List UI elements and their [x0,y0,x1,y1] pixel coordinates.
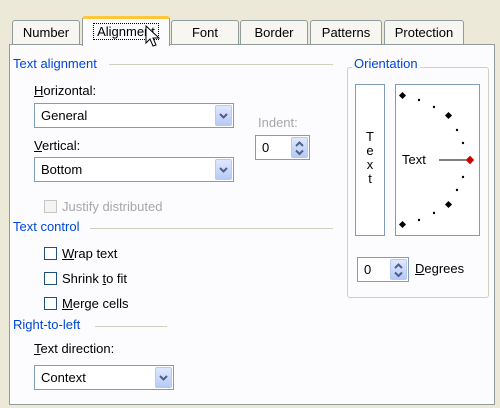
text-direction-label: Text direction: [34,341,115,356]
tab-number-label: Number [22,25,70,40]
dial-dot [432,105,436,109]
text-direction-label-text: ext direction: [40,341,115,356]
merge-cells-checkbox[interactable] [44,297,57,310]
dial-dot [455,188,459,192]
dial-dot [461,141,465,145]
section-divider [95,326,167,327]
horizontal-select[interactable]: General [34,103,234,128]
tab-protection-label: Protection [394,25,454,40]
horizontal-label-text: orizontal: [43,83,97,98]
section-divider [90,228,333,229]
tab-font-label: Font [191,25,218,40]
vertical-select[interactable]: Bottom [34,157,234,182]
shrink-to-fit-label-text-b: o fit [106,271,128,286]
chevron-down-icon[interactable] [215,105,232,126]
chevron-down-icon[interactable] [155,367,172,388]
vertical-text-letter: t [368,171,372,186]
tab-border[interactable]: Border [240,20,308,44]
dial-dot [455,128,459,132]
dial-marker [444,200,453,209]
vertical-select-value: Bottom [41,162,83,177]
vertical-text-letter: T [366,129,374,144]
mouse-cursor-icon [145,25,161,47]
justify-distributed-checkbox[interactable] [44,200,57,213]
wrap-text-label-text: rap text [74,246,118,261]
dial-dot [432,211,436,215]
section-title-text-control: Text control [13,219,80,234]
horizontal-label: Horizontal: [34,83,97,98]
shrink-to-fit-label: Shrink to fit [62,271,128,286]
section-divider [109,64,333,65]
tab-font[interactable]: Font [171,20,239,44]
vertical-text-button[interactable]: T e x t [355,84,385,236]
degrees-label: Degrees [415,261,465,276]
chevron-down-icon[interactable] [215,159,232,180]
section-title-right-to-left: Right-to-left [13,317,81,332]
indent-value: 0 [262,140,270,155]
tab-number[interactable]: Number [12,20,80,44]
shrink-to-fit-checkbox[interactable] [44,272,57,285]
tab-protection[interactable]: Protection [384,20,464,44]
wrap-text-checkbox[interactable] [44,247,57,260]
justify-distributed-label: Justify distributed [62,199,163,214]
wrap-text-label: Wrap text [62,246,118,261]
dial-marker [398,220,407,229]
vertical-text-letter: e [366,143,374,158]
alignment-panel: Text alignment Horizontal: General Verti… [9,44,495,405]
merge-cells-label-text: erge cells [72,296,129,311]
tab-border-label: Border [254,25,294,40]
vertical-label: Vertical: [34,138,81,153]
horizontal-select-value: General [41,108,88,123]
degrees-spinner[interactable]: 0 [357,257,409,282]
dial-current-marker [465,155,475,165]
dial-dot [461,175,465,179]
dial-marker [398,91,407,100]
section-title-orientation: Orientation [352,56,420,71]
indent-label: Indent: [258,115,298,130]
indent-spinner[interactable]: 0 [255,135,310,160]
text-direction-value: Context [41,370,86,385]
tab-patterns[interactable]: Patterns [310,20,382,44]
shrink-to-fit-label-text-a: Shrink [62,271,103,286]
vertical-label-text: ertical: [41,138,81,153]
tab-patterns-label: Patterns [321,25,371,40]
section-title-text-alignment: Text alignment [13,56,97,71]
spin-up-down-icon[interactable] [390,259,407,280]
spin-up-down-icon[interactable] [291,137,308,158]
orientation-dial[interactable]: Text [395,84,480,236]
degrees-value: 0 [364,262,372,277]
dial-marker [444,111,453,120]
vertical-text-letter: x [366,157,374,172]
dial-dot [417,98,421,102]
merge-cells-label: Merge cells [62,296,129,311]
degrees-label-text: egrees [424,261,465,276]
dial-dot [417,218,421,222]
text-direction-select[interactable]: Context [34,365,174,390]
dial-text: Text [402,152,426,167]
